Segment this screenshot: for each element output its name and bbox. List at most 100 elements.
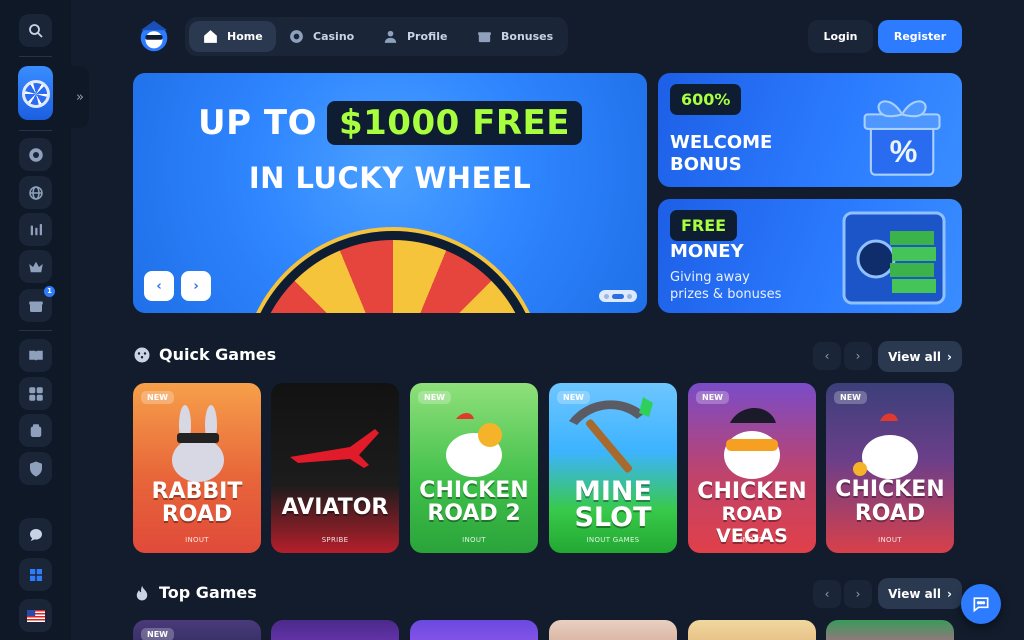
quick-games-title: Quick Games <box>159 345 277 364</box>
login-button[interactable]: Login <box>808 20 873 53</box>
sidebar: 1 <box>0 0 71 640</box>
support-icon <box>30 423 41 437</box>
sidebar-item-community[interactable] <box>19 518 52 551</box>
sidebar-item-vip[interactable] <box>19 250 52 283</box>
game-name-line1: AVIATOR <box>281 495 389 520</box>
lucky-wheel-image <box>245 231 541 313</box>
wheel-icon <box>22 80 50 108</box>
divider <box>19 330 52 331</box>
top-games-title: Top Games <box>159 583 257 602</box>
game-provider: INOUT <box>878 536 902 544</box>
promo-tag: FREE <box>670 210 738 241</box>
quick-games-prev[interactable]: ‹ <box>813 342 841 370</box>
game-provider: INOUT <box>185 536 209 544</box>
quick-games-view-all[interactable]: View all › <box>878 341 962 372</box>
chevron-right-icon: › <box>946 349 952 364</box>
gift-icon <box>28 301 43 312</box>
view-all-label: View all <box>888 586 941 601</box>
game-card[interactable] <box>688 620 816 640</box>
chevron-right-icon: › <box>946 586 952 601</box>
gift-box-percent-icon: % <box>863 100 941 176</box>
nav-casino-label: Casino <box>313 30 355 43</box>
sidebar-item-gifts[interactable]: 1 <box>19 286 55 322</box>
game-card[interactable]: NEW CHICKEN ROAD INOUT <box>826 383 954 553</box>
fire-icon <box>136 585 148 600</box>
game-provider: INOUT <box>740 536 764 544</box>
sidebar-item-sports[interactable] <box>19 176 52 209</box>
hero-pagination[interactable] <box>599 290 637 302</box>
live-chat-button[interactable] <box>961 584 1001 624</box>
game-provider: SPRIBE <box>321 536 349 544</box>
sidebar-item-download[interactable] <box>19 558 52 591</box>
shield-icon <box>29 461 42 476</box>
sidebar-item-live[interactable] <box>19 213 52 246</box>
games-icon <box>28 386 43 401</box>
game-card[interactable]: NEW CHICKEN ROAD VEGAS INOUT <box>688 383 816 553</box>
hero-prev-button[interactable]: ‹ <box>144 271 174 301</box>
promo-sub-line1: Giving away <box>670 270 750 285</box>
hero-headline: UP TO $1000 FREE <box>133 101 647 145</box>
pickaxe-art <box>569 397 653 473</box>
main-nav: Home Casino Profile Bonuses <box>185 17 568 56</box>
sidebar-item-rules[interactable] <box>19 339 52 372</box>
rabbit-art <box>172 405 224 482</box>
promo-tag: 600% <box>670 84 742 115</box>
game-card[interactable]: NEW RABBIT ROAD INOUT <box>133 383 261 553</box>
game-name-line1: CHICKEN <box>697 479 807 504</box>
pagination-dot[interactable] <box>627 293 632 299</box>
nav-casino[interactable]: Casino <box>275 21 367 52</box>
hero-subheadline: IN LUCKY WHEEL <box>248 161 532 195</box>
sidebar-item-games[interactable] <box>19 377 52 410</box>
lucky-wheel-promo[interactable] <box>18 66 53 120</box>
language-selector[interactable] <box>19 599 52 632</box>
hero-highlight: $1000 FREE <box>326 101 582 145</box>
mascot-logo-icon <box>140 20 168 52</box>
game-card[interactable]: NEW <box>133 620 261 640</box>
top-games-view-all[interactable]: View all › <box>878 578 962 609</box>
sidebar-item-casino[interactable] <box>19 138 52 171</box>
nav-home[interactable]: Home <box>189 21 276 52</box>
game-card[interactable]: NEW CHICKEN ROAD 2 INOUT <box>410 383 538 553</box>
game-card[interactable] <box>826 620 954 640</box>
chicken-art <box>853 413 918 479</box>
game-card[interactable]: NEW MINE SLOT INOUT GAMES <box>549 383 677 553</box>
game-provider: INOUT <box>462 536 486 544</box>
new-badge: NEW <box>418 391 451 404</box>
dice-icon <box>134 347 150 362</box>
game-card[interactable] <box>549 620 677 640</box>
home-icon <box>204 30 217 43</box>
sidebar-item-support[interactable] <box>19 414 52 447</box>
game-card[interactable] <box>271 620 399 640</box>
pagination-dot[interactable] <box>604 293 609 299</box>
game-name-line1: CHICKEN <box>419 478 529 503</box>
promo-free-money[interactable]: FREE MONEY Giving away prizes & bonuses <box>658 199 962 313</box>
game-name-line1: CHICKEN <box>835 477 945 502</box>
game-card[interactable]: AVIATOR SPRIBE <box>271 383 399 553</box>
gift-badge: 1 <box>44 286 55 297</box>
search-button[interactable] <box>19 14 52 47</box>
game-name-line1: RABBIT <box>151 479 243 504</box>
sidebar-item-security[interactable] <box>19 452 52 485</box>
game-name-line2: ROAD <box>161 502 233 527</box>
nav-profile[interactable]: Profile <box>369 21 460 52</box>
promo-welcome-bonus[interactable]: 600% WELCOME BONUS % <box>658 73 962 187</box>
promo-sub-line2: prizes & bonuses <box>670 287 782 302</box>
nav-bonuses[interactable]: Bonuses <box>463 21 566 52</box>
top-games-heading: Top Games <box>133 583 257 602</box>
pagination-dot-active[interactable] <box>612 293 624 299</box>
gift-icon <box>478 32 491 43</box>
sports-globe-icon <box>28 185 43 200</box>
register-button[interactable]: Register <box>878 20 962 53</box>
quick-games-heading: Quick Games <box>133 345 276 364</box>
new-badge: NEW <box>834 391 867 404</box>
windows-icon <box>29 568 42 581</box>
divider <box>19 130 52 131</box>
top-games-next[interactable]: › <box>844 580 872 608</box>
site-logo[interactable] <box>135 17 173 55</box>
top-games-prev[interactable]: ‹ <box>813 580 841 608</box>
hero-next-button[interactable]: › <box>181 271 211 301</box>
quick-games-next[interactable]: › <box>844 342 872 370</box>
game-card[interactable] <box>410 620 538 640</box>
sidebar-expand-button[interactable]: » <box>71 66 89 128</box>
nav-bonuses-label: Bonuses <box>501 30 554 43</box>
